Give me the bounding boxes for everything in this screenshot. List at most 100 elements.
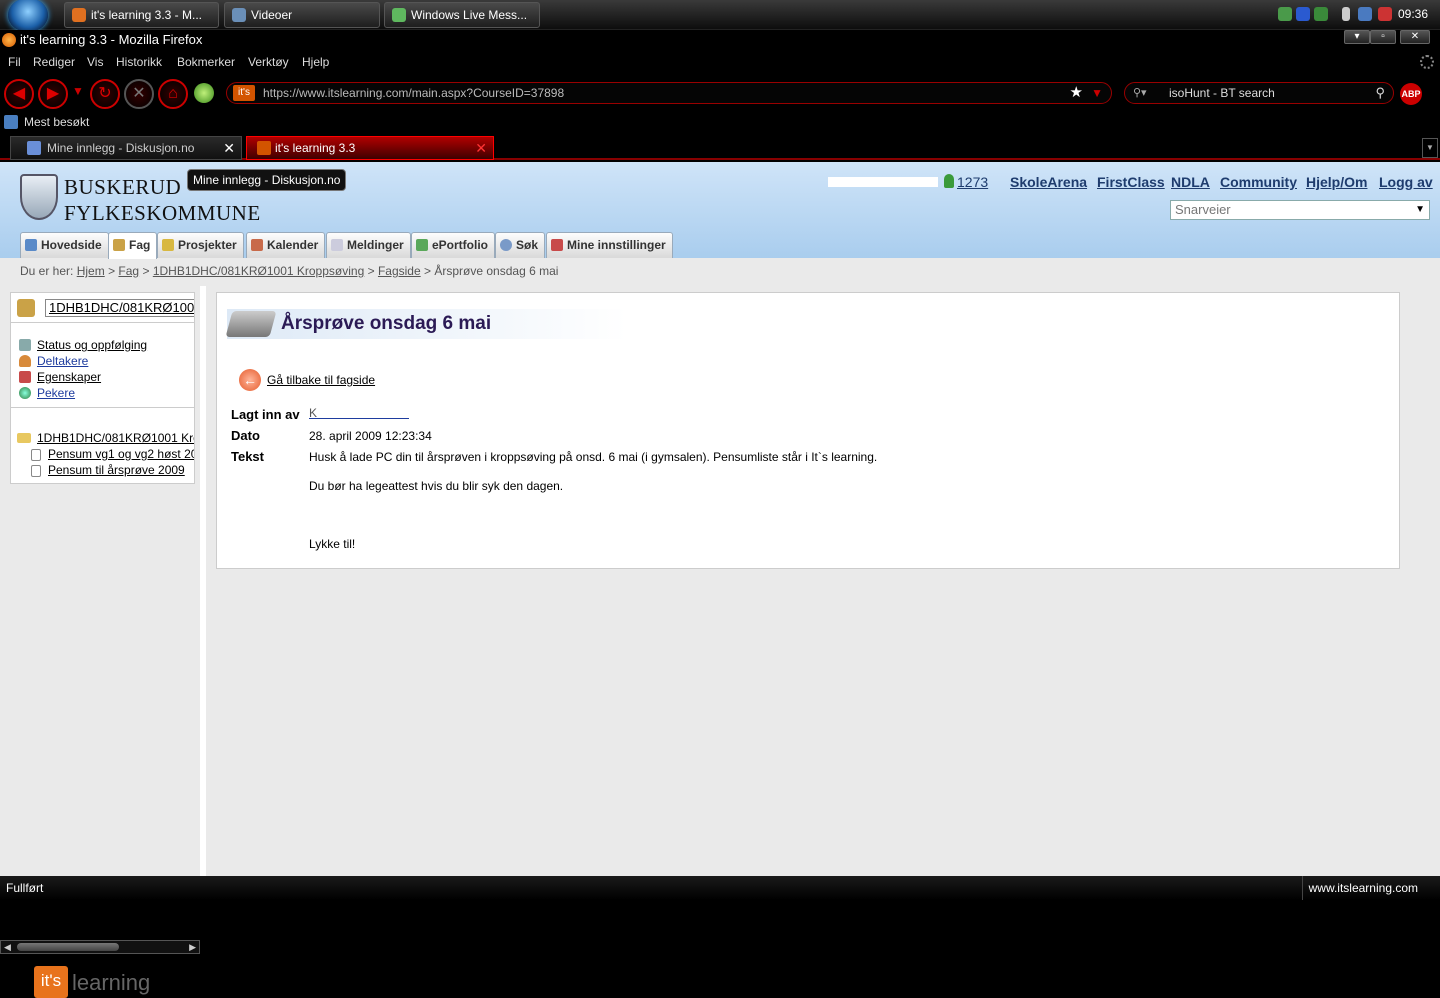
date-value: 28. april 2009 12:23:34 — [309, 429, 432, 443]
home-icon[interactable]: ⌂ — [158, 79, 188, 109]
menu-rediger[interactable]: Rediger — [33, 55, 75, 69]
breadcrumb-separator: > — [142, 264, 150, 278]
firefox-icon — [2, 33, 16, 47]
tree-item-pensum-vg1-vg2[interactable]: Pensum vg1 og vg2 høst 2008 — [48, 447, 194, 461]
nav-tab-prosjekter[interactable]: Prosjekter — [157, 232, 244, 258]
close-tab-icon[interactable]: ✕ — [475, 137, 487, 159]
taskbar-button-messenger[interactable]: Windows Live Mess... — [384, 2, 540, 28]
search-bar[interactable]: ⚲▾ isoHunt - BT search ⚲ — [1124, 82, 1394, 104]
panel-splitter[interactable] — [200, 286, 206, 876]
nav-tab-label: Prosjekter — [178, 238, 237, 252]
projects-icon — [162, 239, 174, 251]
nav-tab-eportfolio[interactable]: ePortfolio — [411, 232, 495, 258]
menu-vis[interactable]: Vis — [87, 55, 103, 69]
link-skolearena[interactable]: SkoleArena — [1010, 174, 1087, 190]
bookmark-folder-icon — [4, 115, 18, 129]
course-sidebar: 1DHB1DHC/081KRØ1001 Kroppsøving Status o… — [0, 286, 200, 998]
user-count-link[interactable]: 1273 — [957, 174, 988, 190]
link-ndla[interactable]: NDLA — [1171, 174, 1210, 190]
nav-tab-sok[interactable]: Søk — [495, 232, 546, 258]
breadcrumb-course[interactable]: 1DHB1DHC/081KRØ1001 Kroppsøving — [153, 264, 364, 278]
tree-item-pensum-arsprove[interactable]: Pensum til årsprøve 2009 — [48, 463, 185, 477]
tab-diskusjon[interactable]: Mine innlegg - Diskusjon.no ✕ — [10, 136, 242, 160]
breadcrumb-fagside[interactable]: Fagside — [378, 264, 421, 278]
stop-icon[interactable]: ✕ — [124, 79, 154, 109]
scrollbar-thumb[interactable] — [17, 943, 119, 951]
menu-historikk[interactable]: Historikk — [116, 55, 162, 69]
menu-hjelp[interactable]: Hjelp — [302, 55, 329, 69]
link-hjelp-om[interactable]: Hjelp/Om — [1306, 174, 1367, 190]
adblock-icon[interactable]: ABP — [1400, 83, 1422, 105]
close-button[interactable]: ✕ — [1400, 30, 1430, 44]
tab-label: it's learning 3.3 — [275, 141, 356, 155]
menu-verktoy[interactable]: Verktøy — [248, 55, 289, 69]
date-label: Dato — [231, 428, 260, 443]
bookmark-most-visited[interactable]: Mest besøkt — [24, 115, 89, 129]
author-label: Lagt inn av — [231, 407, 300, 422]
restore-button[interactable]: ▫ — [1370, 30, 1396, 44]
display-icon[interactable] — [1358, 7, 1372, 21]
nav-tab-meldinger[interactable]: Meldinger — [326, 232, 411, 258]
url-bar[interactable]: it's https://www.itslearning.com/main.as… — [226, 82, 1112, 104]
clock[interactable]: 09:36 — [1398, 7, 1428, 21]
bookmark-star-icon[interactable]: ★ — [1070, 83, 1083, 103]
diskusjon-favicon-icon — [27, 141, 41, 155]
network-activity-icon[interactable] — [1296, 7, 1310, 21]
addon-icon[interactable] — [194, 83, 214, 103]
author-link-redacted[interactable] — [309, 409, 409, 419]
nav-tab-hovedside[interactable]: Hovedside — [20, 232, 109, 258]
nav-tab-label: Mine innstillinger — [567, 238, 666, 252]
link-community[interactable]: Community — [1220, 174, 1297, 190]
text-label: Tekst — [231, 449, 264, 464]
course-title-link[interactable]: 1DHB1DHC/081KRØ1001 Kroppsøving — [45, 299, 194, 317]
taskbar-button-videoer[interactable]: Videoer — [224, 2, 380, 28]
search-engine-icon[interactable]: ⚲▾ — [1133, 83, 1147, 103]
sidebar-link-status[interactable]: Status og oppfølging — [37, 338, 147, 352]
search-icon[interactable]: ⚲ — [1375, 83, 1385, 103]
forward-arrow-icon[interactable]: ▶ — [38, 79, 68, 109]
throbber-icon — [1420, 55, 1434, 69]
battery-icon[interactable] — [1342, 7, 1350, 21]
minimize-button[interactable]: ▾ — [1344, 30, 1370, 44]
breadcrumb: Du er her: Hjem > Fag > 1DHB1DHC/081KRØ1… — [20, 264, 558, 278]
breadcrumb-hjem[interactable]: Hjem — [77, 264, 105, 278]
courses-icon — [113, 239, 125, 251]
link-logg-av[interactable]: Logg av — [1379, 174, 1433, 190]
sidebar-horizontal-scrollbar[interactable]: ◀ ▶ — [0, 940, 200, 954]
folder-icon — [232, 8, 246, 22]
shortcuts-select[interactable]: Snarveier ▼ — [1170, 200, 1430, 220]
user-icon — [944, 174, 954, 188]
menu-bokmerker[interactable]: Bokmerker — [177, 55, 235, 69]
sidebar-link-egenskaper[interactable]: Egenskaper — [37, 370, 101, 384]
nav-tab-fag[interactable]: Fag — [108, 232, 158, 259]
tab-itslearning[interactable]: it's learning 3.3 ✕ — [246, 136, 494, 160]
taskbar-button-firefox[interactable]: it's learning 3.3 - M... — [64, 2, 219, 28]
history-dropdown-icon[interactable]: ▼ — [72, 84, 84, 98]
bulletin-panel: Årsprøve onsdag 6 mai ← Gå tilbake til f… — [216, 292, 1400, 569]
scroll-right-icon[interactable]: ▶ — [189, 941, 196, 953]
messenger-tray-icon[interactable] — [1278, 7, 1292, 21]
volume-muted-icon[interactable] — [1378, 7, 1392, 21]
tree-root-course[interactable]: 1DHB1DHC/081KRØ1001 Kroppsøving — [37, 431, 194, 445]
site-favicon-icon: it's — [233, 85, 255, 101]
back-arrow-icon[interactable]: ◀ — [4, 79, 34, 109]
url-dropdown-icon[interactable]: ▼ — [1091, 83, 1103, 103]
reload-icon[interactable]: ↻ — [90, 79, 120, 109]
tab-tooltip: Mine innlegg - Diskusjon.no — [187, 169, 347, 191]
back-arrow-icon[interactable]: ← — [239, 369, 261, 391]
link-firstclass[interactable]: FirstClass — [1097, 174, 1165, 190]
status-url: www.itslearning.com — [1301, 876, 1418, 900]
menu-fil[interactable]: Fil — [8, 55, 21, 69]
breadcrumb-fag[interactable]: Fag — [118, 264, 139, 278]
sidebar-link-deltakere[interactable]: Deltakere — [37, 354, 88, 368]
nav-tab-kalender[interactable]: Kalender — [246, 232, 326, 258]
network-icon[interactable] — [1314, 7, 1328, 21]
breadcrumb-separator: > — [108, 264, 116, 278]
scroll-left-icon[interactable]: ◀ — [4, 941, 11, 953]
nav-tab-mine-innstillinger[interactable]: Mine innstillinger — [546, 232, 673, 258]
tab-list-dropdown-icon[interactable]: ▼ — [1422, 138, 1438, 158]
back-to-course-link[interactable]: Gå tilbake til fagside — [267, 373, 375, 387]
sidebar-link-pekere[interactable]: Pekere — [37, 386, 75, 400]
start-button[interactable] — [8, 0, 48, 32]
close-tab-icon[interactable]: ✕ — [223, 137, 235, 159]
